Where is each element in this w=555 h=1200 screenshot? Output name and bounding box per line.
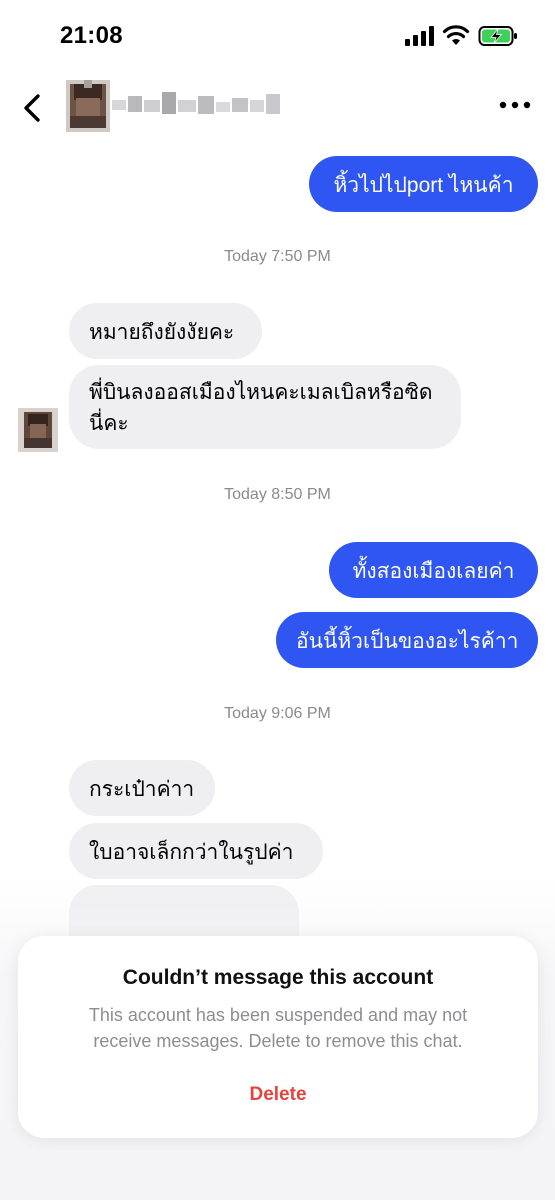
status-time: 21:08 (60, 22, 123, 49)
alert-message-line: This account has been suspended and may … (88, 1005, 468, 1025)
message-outgoing[interactable]: ทั้งสองเมืองเลยค่า (329, 542, 538, 598)
contact-avatar[interactable] (66, 80, 110, 132)
ellipsis-icon[interactable] (498, 98, 532, 112)
chevron-left-icon[interactable] (18, 90, 48, 126)
message-timestamp: Today 7:50 PM (224, 248, 331, 265)
message-incoming[interactable]: พี่บินลงออสเมืองไหนคะเมลเบิลหรือซิด นี่ค… (69, 365, 461, 449)
message-timestamp: Today 9:06 PM (224, 705, 331, 722)
contact-name-blurred[interactable] (110, 88, 282, 118)
message-timestamp: Today 8:50 PM (224, 486, 331, 503)
message-text-line: พี่บินลงออสเมืองไหนคะเมลเบิลหรือซิด (89, 381, 433, 404)
message-outgoing[interactable]: อันนี้หิ้วเป็นของอะไรค้าา (276, 612, 538, 668)
alert-message-line: receive messages. Delete to remove this … (93, 1031, 463, 1051)
message-text-line: นี่คะ (89, 412, 129, 435)
message-incoming[interactable]: ใบอาจเล็กกว่าในรูปค่า (69, 823, 323, 879)
message-incoming[interactable]: หมายถึงยังงัยคะ (69, 303, 262, 359)
delete-chat-button[interactable]: Delete (18, 1084, 538, 1106)
message-incoming[interactable]: กระเป๋าค่าา (69, 760, 215, 816)
alert-title: Couldn’t message this account (122, 966, 434, 989)
message-outgoing[interactable]: หิ้วไปไปport ไหนค้า (309, 156, 538, 212)
alert-message: This account has been suspended and may … (58, 1002, 498, 1054)
wifi-icon (442, 25, 470, 45)
suspended-account-alert: Couldn’t message this account This accou… (18, 936, 538, 1138)
cellular-signal-icon (405, 26, 434, 46)
battery-charging-icon (478, 26, 517, 46)
contact-avatar-small[interactable] (18, 408, 58, 452)
